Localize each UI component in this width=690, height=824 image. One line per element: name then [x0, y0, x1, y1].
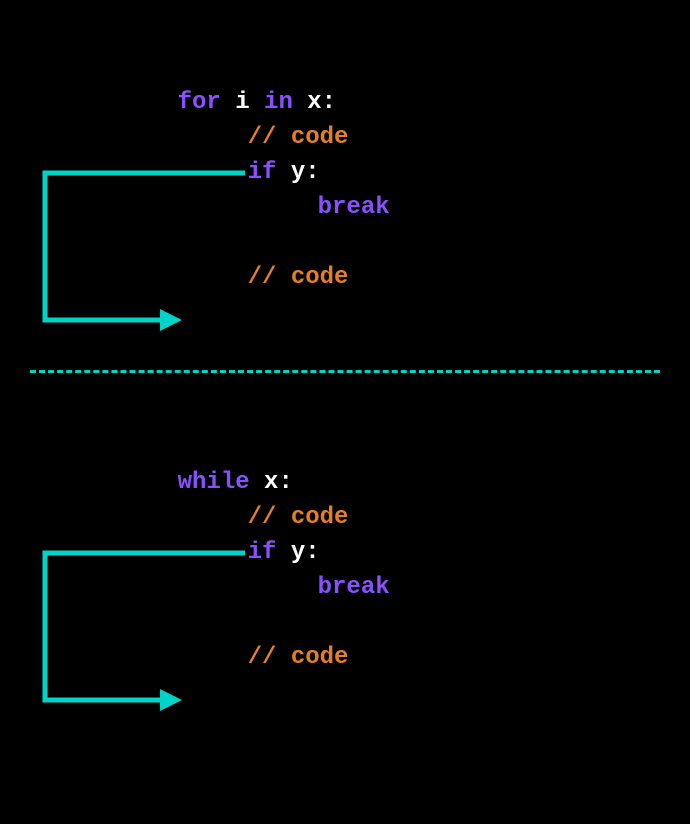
- if-line: if y:: [0, 500, 690, 535]
- code-comment-line: // code: [0, 85, 690, 120]
- for-line: for i in x:: [0, 50, 690, 85]
- comment-text: // code: [248, 644, 349, 671]
- comment-text: // code: [248, 264, 349, 291]
- break-line: break: [0, 535, 690, 570]
- while-line: while x:: [0, 430, 690, 465]
- if-line: if y:: [0, 120, 690, 155]
- blank-line: [0, 570, 690, 605]
- divider-line: [30, 370, 660, 373]
- code-comment-line: // code: [0, 225, 690, 260]
- code-comment-line: // code: [0, 605, 690, 640]
- code-comment-line: // code: [0, 465, 690, 500]
- while-loop-block: while x: // code if y: break // code: [0, 430, 690, 640]
- break-line: break: [0, 155, 690, 190]
- blank-line: [0, 190, 690, 225]
- for-loop-block: for i in x: // code if y: break // code: [0, 50, 690, 260]
